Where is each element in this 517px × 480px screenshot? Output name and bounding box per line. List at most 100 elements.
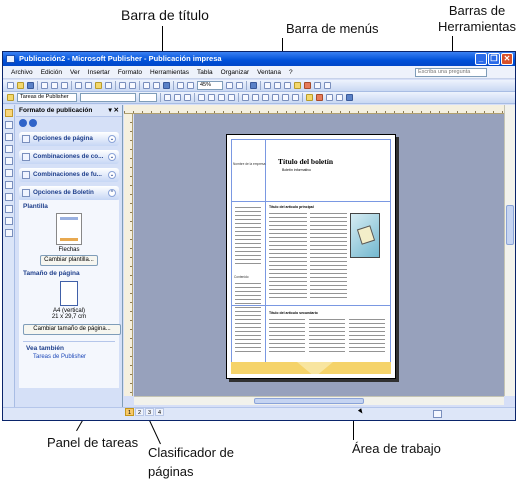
page-4-button[interactable]: 4 — [155, 408, 164, 416]
help-icon[interactable] — [250, 82, 257, 89]
rectangle-tool-icon[interactable] — [5, 205, 13, 213]
menu-ayuda[interactable]: ? — [285, 69, 297, 76]
horizontal-ruler[interactable] — [124, 105, 504, 114]
publisher-tasks-link[interactable]: Tareas de Publisher — [33, 354, 105, 360]
page-3-button[interactable]: 3 — [145, 408, 154, 416]
increase-font-size-icon[interactable] — [292, 94, 299, 101]
main-story-title[interactable]: Título del artículo principal — [269, 205, 314, 209]
dash-style-icon[interactable] — [274, 82, 281, 89]
columns-icon[interactable] — [177, 82, 184, 89]
arrow-tool-icon[interactable] — [5, 181, 13, 189]
vertical-ruler[interactable] — [124, 114, 133, 396]
bring-to-front-icon[interactable] — [143, 82, 150, 89]
text-box-icon[interactable] — [5, 121, 13, 129]
zoom-combo[interactable]: 45% — [197, 81, 223, 90]
format-painter-icon[interactable] — [105, 82, 112, 89]
align-left-icon[interactable] — [198, 94, 205, 101]
page-1-button[interactable]: 1 — [125, 408, 134, 416]
line-style-icon[interactable] — [264, 82, 271, 89]
justify-icon[interactable] — [228, 94, 235, 101]
newsletter-page[interactable]: Nombre de la empresa Título del boletín … — [226, 134, 396, 379]
scroll-thumb[interactable] — [254, 398, 364, 404]
zoom-in-icon[interactable] — [236, 82, 243, 89]
bullets-icon[interactable] — [252, 94, 259, 101]
decrease-indent-icon[interactable] — [262, 94, 269, 101]
align-center-icon[interactable] — [208, 94, 215, 101]
menu-formato[interactable]: Formato — [114, 69, 146, 76]
highlight-color-icon[interactable] — [306, 94, 313, 101]
save-icon[interactable] — [27, 82, 34, 89]
chevron-down-icon[interactable]: ⌄ — [108, 171, 116, 179]
forward-icon[interactable] — [29, 119, 37, 127]
numbering-icon[interactable] — [242, 94, 249, 101]
select-objects-icon[interactable] — [5, 109, 13, 117]
newsletter-subtitle[interactable]: Boletín informativo — [282, 168, 311, 172]
undo-icon[interactable] — [119, 82, 126, 89]
menu-insertar[interactable]: Insertar — [84, 69, 114, 76]
oval-tool-icon[interactable] — [5, 193, 13, 201]
menu-ver[interactable]: Ver — [66, 69, 84, 76]
paste-icon[interactable] — [95, 82, 102, 89]
page-size-thumbnail[interactable] — [60, 281, 78, 306]
cut-icon[interactable] — [75, 82, 82, 89]
design-gallery-icon[interactable] — [5, 229, 13, 237]
close-icon[interactable]: ✕ — [501, 53, 513, 65]
chevron-down-icon[interactable]: ⌄ — [108, 135, 116, 143]
arrow-style-icon[interactable] — [284, 82, 291, 89]
menu-edicion[interactable]: Edición — [37, 69, 66, 76]
print-preview-icon[interactable] — [51, 82, 58, 89]
font-color-icon[interactable] — [314, 82, 321, 89]
task-pane-toggle-icon[interactable] — [7, 94, 14, 101]
contents-label[interactable]: Contenido — [234, 275, 249, 279]
spelling-icon[interactable] — [61, 82, 68, 89]
font-name-combo[interactable] — [80, 93, 136, 102]
decrease-font-size-icon[interactable] — [282, 94, 289, 101]
newsletter-illustration[interactable] — [350, 213, 380, 258]
tareas-combo[interactable]: Tareas de Publisher — [17, 93, 77, 102]
change-page-size-button[interactable]: Cambiar tamaño de página... — [23, 324, 121, 335]
shadow-style-icon[interactable] — [324, 82, 331, 89]
menu-tabla[interactable]: Tabla — [193, 69, 217, 76]
fill-color-icon[interactable] — [294, 82, 301, 89]
picture-frame-icon[interactable] — [5, 157, 13, 165]
increase-indent-icon[interactable] — [272, 94, 279, 101]
vertical-scrollbar[interactable] — [504, 105, 515, 396]
scroll-thumb[interactable] — [506, 205, 514, 245]
bold-icon[interactable] — [164, 94, 171, 101]
new-icon[interactable] — [7, 82, 14, 89]
secondary-story-text[interactable] — [349, 319, 385, 355]
chevron-up-icon[interactable]: ⌃ — [108, 189, 116, 197]
send-to-back-icon[interactable] — [153, 82, 160, 89]
insert-hyperlink-icon[interactable] — [163, 82, 170, 89]
menu-ventana[interactable]: Ventana — [253, 69, 285, 76]
zoom-out-icon[interactable] — [226, 82, 233, 89]
secondary-story-text[interactable] — [309, 319, 345, 355]
menu-archivo[interactable]: Archivo — [7, 69, 37, 76]
change-template-button[interactable]: Cambiar plantilla... — [40, 255, 98, 266]
menu-organizar[interactable]: Organizar — [217, 69, 254, 76]
main-story-text[interactable] — [269, 213, 307, 301]
redo-icon[interactable] — [129, 82, 136, 89]
autoshapes-icon[interactable] — [5, 217, 13, 225]
secondary-story-text[interactable] — [269, 319, 305, 355]
line-tool-icon[interactable] — [5, 169, 13, 177]
work-area[interactable]: Nombre de la empresa Título del boletín … — [134, 114, 504, 396]
title-bar[interactable]: Publicación2 - Microsoft Publisher - Pub… — [3, 52, 515, 66]
contents-list[interactable] — [235, 283, 261, 353]
newsletter-title[interactable]: Título del boletín — [278, 157, 333, 166]
text-color-icon[interactable] — [316, 94, 323, 101]
main-story-text[interactable] — [310, 213, 347, 301]
page-2-button[interactable]: 2 — [135, 408, 144, 416]
task-pane-close-icon[interactable]: ▾ ✕ — [108, 105, 119, 117]
org-name[interactable]: Nombre de la empresa — [233, 162, 265, 166]
template-thumbnail[interactable] — [56, 213, 82, 245]
sidebar-text[interactable] — [235, 207, 261, 267]
font-size-combo[interactable] — [139, 93, 157, 102]
section-font-schemes[interactable]: Combinaciones de fu... ⌄ — [19, 168, 119, 182]
print-icon[interactable] — [41, 82, 48, 89]
show-formatting-icon[interactable] — [187, 82, 194, 89]
insert-table-icon[interactable] — [5, 133, 13, 141]
help-question-input[interactable]: Escriba una pregunta — [415, 68, 487, 77]
underline-icon[interactable] — [184, 94, 191, 101]
wordart-icon[interactable] — [5, 145, 13, 153]
